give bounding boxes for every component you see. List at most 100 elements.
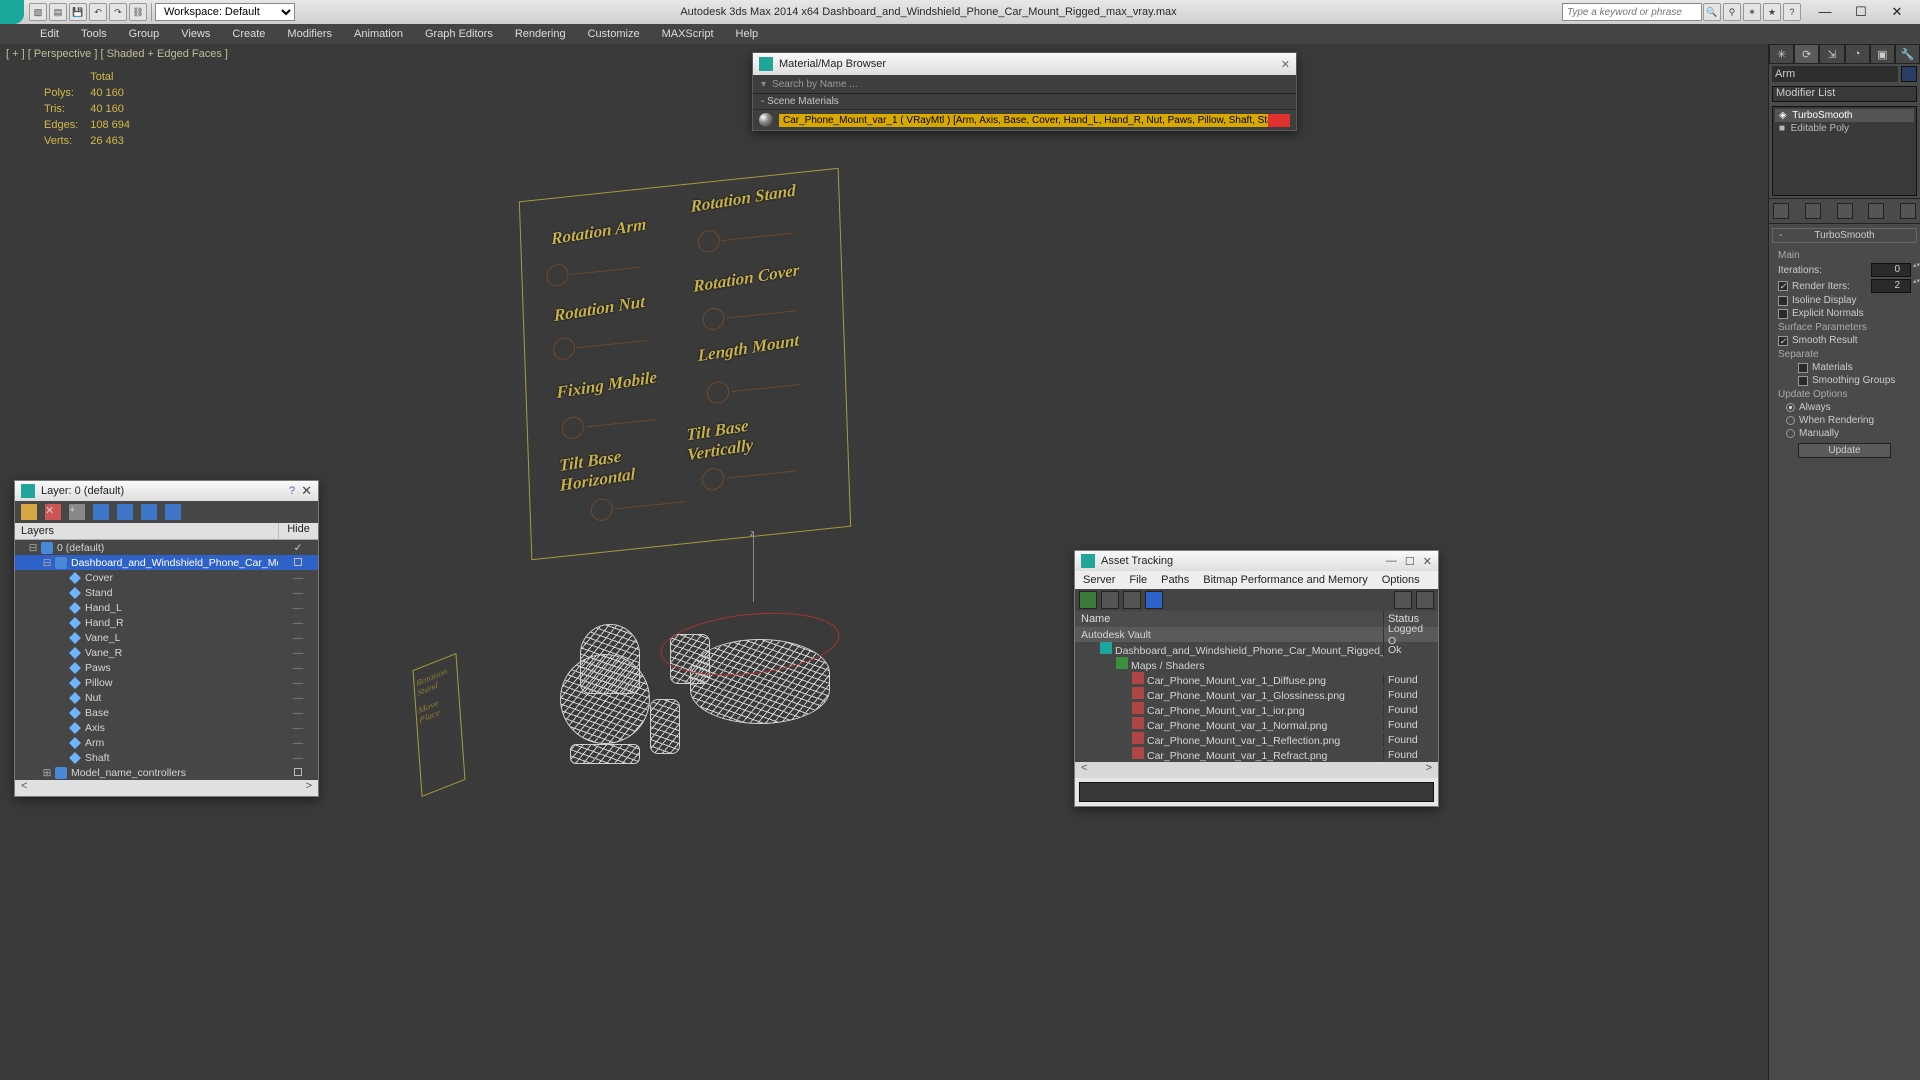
community-icon[interactable]: ⚲ bbox=[1723, 3, 1741, 21]
window-maximize-button[interactable]: ☐ bbox=[1848, 4, 1874, 20]
asset-row[interactable]: Car_Phone_Mount_var_1_ior.pngFound bbox=[1075, 702, 1438, 717]
matbrowser-item-row[interactable]: Car_Phone_Mount_var_1 ( VRayMtl ) [Arm, … bbox=[753, 109, 1296, 130]
asset-menu-options[interactable]: Options bbox=[1382, 574, 1420, 586]
asset-view3-icon[interactable] bbox=[1145, 591, 1163, 609]
asset-tree[interactable]: Autodesk VaultLogged ODashboard_and_Wind… bbox=[1075, 627, 1438, 762]
add-to-layer-icon[interactable]: + bbox=[69, 504, 85, 520]
workspace-selector[interactable]: Workspace: Default bbox=[155, 3, 295, 21]
matbrowser-close-button[interactable]: ✕ bbox=[1281, 58, 1290, 71]
window-close-button[interactable]: ✕ bbox=[1884, 4, 1910, 20]
tab-motion-icon[interactable]: ◔ bbox=[1845, 44, 1870, 64]
layer-row[interactable]: Arm— bbox=[15, 735, 318, 750]
layer-manager-close-button[interactable]: ✕ bbox=[301, 483, 312, 499]
redo-icon[interactable]: ↷ bbox=[109, 3, 127, 21]
asset-min-button[interactable]: — bbox=[1386, 555, 1397, 568]
layer-row[interactable]: Vane_R— bbox=[15, 645, 318, 660]
help-icon[interactable]: ? bbox=[1783, 3, 1801, 21]
matbrowser-section-header[interactable]: - Scene Materials bbox=[753, 93, 1296, 109]
layer-row[interactable]: Axis— bbox=[15, 720, 318, 735]
object-color-swatch[interactable] bbox=[1901, 66, 1917, 82]
layer-row[interactable]: Cover— bbox=[15, 570, 318, 585]
asset-row[interactable]: Car_Phone_Mount_var_1_Reflection.pngFoun… bbox=[1075, 732, 1438, 747]
asset-max-button[interactable]: ☐ bbox=[1405, 555, 1415, 568]
layer-tree[interactable]: ⊟0 (default)✓⊟Dashboard_and_Windshield_P… bbox=[15, 540, 318, 780]
menu-views[interactable]: Views bbox=[171, 26, 220, 42]
undo-icon[interactable]: ↶ bbox=[89, 3, 107, 21]
sep-materials-checkbox[interactable] bbox=[1798, 363, 1808, 373]
select-highlight-icon[interactable] bbox=[93, 504, 109, 520]
sep-sgroups-checkbox[interactable] bbox=[1798, 376, 1808, 386]
matbrowser-item-label[interactable]: Car_Phone_Mount_var_1 ( VRayMtl ) [Arm, … bbox=[779, 114, 1290, 127]
configure-sets-icon[interactable] bbox=[1900, 203, 1916, 219]
asset-row[interactable]: Car_Phone_Mount_var_1_Glossiness.pngFoun… bbox=[1075, 687, 1438, 702]
layer-row[interactable]: Nut— bbox=[15, 690, 318, 705]
tab-create-icon[interactable]: ✳ bbox=[1769, 44, 1794, 64]
asset-row[interactable]: Car_Phone_Mount_var_1_Refract.pngFound bbox=[1075, 747, 1438, 762]
help-search-input[interactable] bbox=[1562, 3, 1702, 21]
matbrowser-search-input[interactable]: Search by Name ... bbox=[753, 75, 1296, 93]
layer-row[interactable]: Stand— bbox=[15, 585, 318, 600]
render-iters-spinner[interactable]: 2 bbox=[1871, 279, 1911, 293]
asset-refresh-icon[interactable] bbox=[1079, 591, 1097, 609]
asset-view2-icon[interactable] bbox=[1123, 591, 1141, 609]
asset-settings-icon[interactable] bbox=[1416, 591, 1434, 609]
make-unique-icon[interactable] bbox=[1837, 203, 1853, 219]
menu-animation[interactable]: Animation bbox=[344, 26, 413, 42]
menu-grapheditors[interactable]: Graph Editors bbox=[415, 26, 503, 42]
asset-menu-paths[interactable]: Paths bbox=[1161, 574, 1189, 586]
update-render-radio[interactable] bbox=[1786, 416, 1795, 425]
layer-row[interactable]: ⊟Dashboard_and_Windshield_Phone_Car_Moun… bbox=[15, 555, 318, 570]
menu-tools[interactable]: Tools bbox=[71, 26, 117, 42]
asset-menu-server[interactable]: Server bbox=[1083, 574, 1115, 586]
menu-rendering[interactable]: Rendering bbox=[505, 26, 576, 42]
render-iters-checkbox[interactable] bbox=[1778, 281, 1788, 291]
layer-row[interactable]: ⊞Model_name_controllers bbox=[15, 765, 318, 780]
matbrowser-titlebar[interactable]: Material/Map Browser ✕ bbox=[753, 53, 1296, 75]
material-map-browser-window[interactable]: Material/Map Browser ✕ Search by Name ..… bbox=[752, 52, 1297, 131]
asset-row[interactable]: Car_Phone_Mount_var_1_Diffuse.pngFound bbox=[1075, 672, 1438, 687]
highlight-selected-icon[interactable] bbox=[117, 504, 133, 520]
explicit-normals-checkbox[interactable] bbox=[1778, 309, 1788, 319]
tab-utilities-icon[interactable]: 🔧 bbox=[1895, 44, 1920, 64]
link-icon[interactable]: ⛓ bbox=[129, 3, 147, 21]
layer-manager-window[interactable]: Layer: 0 (default) ? ✕ ✕ + LayersHide ⊟0… bbox=[14, 480, 319, 797]
pin-stack-icon[interactable] bbox=[1773, 203, 1789, 219]
update-always-radio[interactable] bbox=[1786, 403, 1795, 412]
layer-row[interactable]: Vane_L— bbox=[15, 630, 318, 645]
asset-view1-icon[interactable] bbox=[1101, 591, 1119, 609]
modifier-stack[interactable]: ◈ TurboSmooth ■ Editable Poly bbox=[1772, 106, 1917, 196]
layer-manager-scrollbar[interactable]: <> bbox=[15, 780, 318, 796]
update-button[interactable]: Update bbox=[1798, 443, 1891, 458]
smooth-result-checkbox[interactable] bbox=[1778, 336, 1788, 346]
asset-close-button[interactable]: ✕ bbox=[1423, 555, 1432, 568]
menu-modifiers[interactable]: Modifiers bbox=[277, 26, 342, 42]
remove-modifier-icon[interactable] bbox=[1868, 203, 1884, 219]
object-name-field[interactable]: Arm bbox=[1772, 66, 1898, 82]
layer-row[interactable]: Pillow— bbox=[15, 675, 318, 690]
viewport-label[interactable]: [ + ] [ Perspective ] [ Shaded + Edged F… bbox=[6, 48, 228, 60]
asset-tracking-window[interactable]: Asset Tracking — ☐ ✕ Server File Paths B… bbox=[1074, 550, 1439, 807]
asset-row[interactable]: Dashboard_and_Windshield_Phone_Car_Mount… bbox=[1075, 642, 1438, 657]
asset-tracking-titlebar[interactable]: Asset Tracking — ☐ ✕ bbox=[1075, 551, 1438, 571]
asset-menu-bitmap[interactable]: Bitmap Performance and Memory bbox=[1203, 574, 1367, 586]
rollout-header[interactable]: TurboSmooth bbox=[1772, 228, 1917, 243]
app-logo-icon[interactable] bbox=[0, 0, 24, 24]
isoline-checkbox[interactable] bbox=[1778, 296, 1788, 306]
new-file-icon[interactable]: ▧ bbox=[29, 3, 47, 21]
update-manual-radio[interactable] bbox=[1786, 429, 1795, 438]
menu-maxscript[interactable]: MAXScript bbox=[652, 26, 724, 42]
asset-help-icon[interactable] bbox=[1394, 591, 1412, 609]
asset-row[interactable]: Car_Phone_Mount_var_1_Normal.pngFound bbox=[1075, 717, 1438, 732]
asset-row[interactable]: Autodesk VaultLogged O bbox=[1075, 627, 1438, 642]
layer-row[interactable]: Shaft— bbox=[15, 750, 318, 765]
layer-row[interactable]: ⊟0 (default)✓ bbox=[15, 540, 318, 555]
open-file-icon[interactable]: ▤ bbox=[49, 3, 67, 21]
iterations-spinner[interactable]: 0 bbox=[1871, 263, 1911, 277]
menu-group[interactable]: Group bbox=[119, 26, 170, 42]
menu-create[interactable]: Create bbox=[222, 26, 275, 42]
save-icon[interactable]: 💾 bbox=[69, 3, 87, 21]
exchange-icon[interactable]: ✶ bbox=[1743, 3, 1761, 21]
layer-manager-help-icon[interactable]: ? bbox=[283, 485, 301, 497]
menu-customize[interactable]: Customize bbox=[578, 26, 650, 42]
search-go-icon[interactable]: 🔍 bbox=[1703, 3, 1721, 21]
